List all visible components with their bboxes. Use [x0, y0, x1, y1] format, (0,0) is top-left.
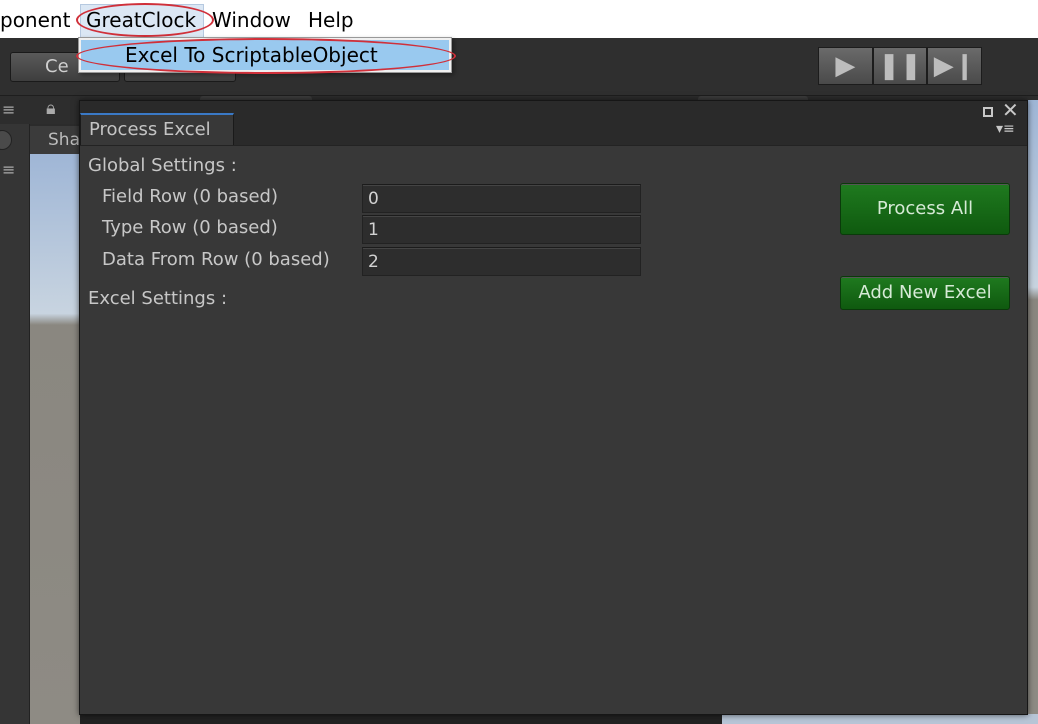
scene-view[interactable] [30, 154, 80, 724]
menu-item-label: Excel To ScriptableObject [125, 43, 378, 67]
pause-icon[interactable]: ❚❚ [872, 47, 928, 85]
menu-greatclock[interactable]: GreatClock [86, 7, 196, 33]
window-titlebar: Process Excel ✕ ▾≡ [80, 100, 1027, 145]
scene-tab-label: Sha [48, 130, 80, 150]
type-row-label: Type Row (0 based) [102, 217, 278, 238]
window-body: Global Settings : Field Row (0 based) Ty… [80, 145, 1027, 714]
lock-icon[interactable]: 🔒︎ [46, 98, 56, 119]
menu-component[interactable]: ponent [0, 7, 70, 33]
field-row-label: Field Row (0 based) [102, 186, 278, 207]
tab-process-excel[interactable]: Process Excel [80, 113, 234, 145]
maximize-icon[interactable] [983, 107, 993, 117]
field-row-input[interactable] [362, 184, 641, 213]
play-icon[interactable]: ▶ [818, 47, 873, 85]
global-settings-heading: Global Settings : [88, 155, 237, 176]
menu-bar: ponent GreatClock Window Help [0, 0, 1038, 38]
toolbar-button-label: Ce [45, 56, 69, 77]
process-excel-window: Process Excel ✕ ▾≡ Global Settings : Fie… [79, 100, 1028, 715]
hamburger-icon[interactable]: ≡ [2, 100, 15, 119]
hamburger-icon[interactable]: ≡ [2, 160, 15, 179]
data-from-row-label: Data From Row (0 based) [102, 249, 330, 270]
search-toggle[interactable] [0, 130, 12, 150]
process-all-button[interactable]: Process All [840, 183, 1010, 235]
step-icon[interactable]: ▶❙ [927, 47, 983, 85]
type-row-input[interactable] [362, 215, 641, 244]
excel-settings-heading: Excel Settings : [88, 288, 228, 309]
close-icon[interactable]: ✕ [1002, 100, 1019, 120]
window-menu-icon[interactable]: ▾≡ [996, 121, 1015, 137]
add-new-excel-button[interactable]: Add New Excel [840, 276, 1010, 310]
scene-bottom-edge-right [722, 714, 1038, 724]
menu-item-excel-to-scriptableobject[interactable]: Excel To ScriptableObject [81, 40, 449, 70]
tab-label: Process Excel [89, 119, 211, 140]
menu-help[interactable]: Help [308, 7, 354, 33]
hierarchy-panel: ≡ [0, 124, 30, 724]
greatclock-dropdown: Excel To ScriptableObject [78, 37, 452, 73]
menu-window[interactable]: Window [212, 7, 291, 33]
data-from-row-input[interactable] [362, 247, 641, 276]
play-controls: ▶ ❚❚ ▶❙ [818, 47, 983, 85]
